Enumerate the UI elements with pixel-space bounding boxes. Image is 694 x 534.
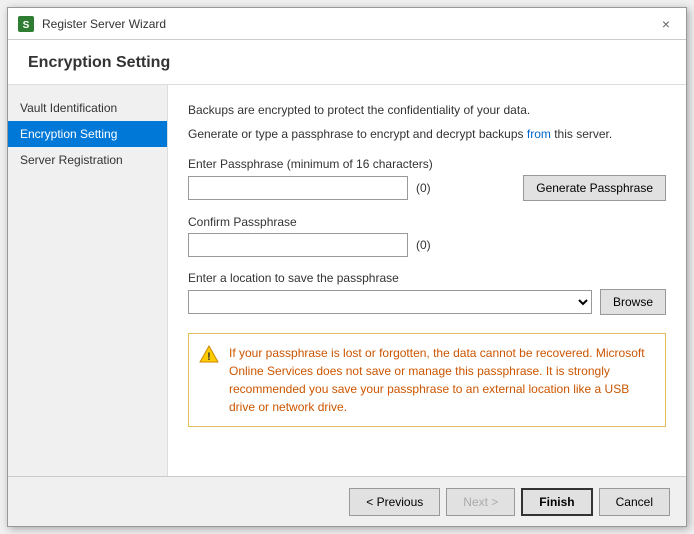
footer: < Previous Next > Finish Cancel bbox=[8, 476, 686, 526]
info-line2-highlight: from bbox=[527, 127, 551, 141]
passphrase-row: (0) Generate Passphrase bbox=[188, 175, 666, 201]
generate-passphrase-button[interactable]: Generate Passphrase bbox=[523, 175, 666, 201]
dialog-body: Encryption Setting Vault Identification … bbox=[8, 40, 686, 526]
passphrase-label: Enter Passphrase (minimum of 16 characte… bbox=[188, 157, 666, 171]
location-row: Browse bbox=[188, 289, 666, 315]
previous-button[interactable]: < Previous bbox=[349, 488, 440, 516]
close-button[interactable]: × bbox=[656, 15, 676, 33]
passphrase-section: Enter Passphrase (minimum of 16 characte… bbox=[188, 157, 666, 201]
content-area: Vault Identification Encryption Setting … bbox=[8, 85, 686, 476]
svg-text:!: ! bbox=[207, 351, 211, 363]
sidebar-item-vault-identification[interactable]: Vault Identification bbox=[8, 95, 167, 121]
confirm-count: (0) bbox=[416, 238, 431, 252]
confirm-passphrase-section: Confirm Passphrase (0) bbox=[188, 215, 666, 257]
title-bar: S Register Server Wizard × bbox=[8, 8, 686, 40]
finish-button[interactable]: Finish bbox=[521, 488, 592, 516]
info-line2-start: Generate or type a passphrase to encrypt… bbox=[188, 127, 527, 141]
location-select[interactable] bbox=[188, 290, 592, 314]
passphrase-input[interactable] bbox=[188, 176, 408, 200]
window-title: Register Server Wizard bbox=[42, 17, 166, 31]
warning-text: If your passphrase is lost or forgotten,… bbox=[229, 344, 655, 416]
passphrase-count: (0) bbox=[416, 181, 431, 195]
dialog-window: S Register Server Wizard × Encryption Se… bbox=[7, 7, 687, 527]
warning-box: ! If your passphrase is lost or forgotte… bbox=[188, 333, 666, 427]
next-button[interactable]: Next > bbox=[446, 488, 515, 516]
info-line2-end: this server. bbox=[551, 127, 612, 141]
main-content: Backups are encrypted to protect the con… bbox=[168, 85, 686, 476]
info-line1: Backups are encrypted to protect the con… bbox=[188, 101, 666, 119]
sidebar-item-server-registration[interactable]: Server Registration bbox=[8, 147, 167, 173]
location-label: Enter a location to save the passphrase bbox=[188, 271, 666, 285]
title-bar-left: S Register Server Wizard bbox=[18, 16, 166, 32]
warning-icon: ! bbox=[199, 344, 219, 364]
app-icon: S bbox=[18, 16, 34, 32]
svg-text:S: S bbox=[23, 20, 30, 31]
location-section: Enter a location to save the passphrase … bbox=[188, 271, 666, 315]
page-title: Encryption Setting bbox=[8, 40, 686, 85]
sidebar-item-encryption-setting[interactable]: Encryption Setting bbox=[8, 121, 167, 147]
confirm-label: Confirm Passphrase bbox=[188, 215, 666, 229]
confirm-passphrase-input[interactable] bbox=[188, 233, 408, 257]
cancel-button[interactable]: Cancel bbox=[599, 488, 670, 516]
browse-button[interactable]: Browse bbox=[600, 289, 666, 315]
confirm-row: (0) bbox=[188, 233, 666, 257]
info-line2: Generate or type a passphrase to encrypt… bbox=[188, 125, 666, 143]
sidebar: Vault Identification Encryption Setting … bbox=[8, 85, 168, 476]
